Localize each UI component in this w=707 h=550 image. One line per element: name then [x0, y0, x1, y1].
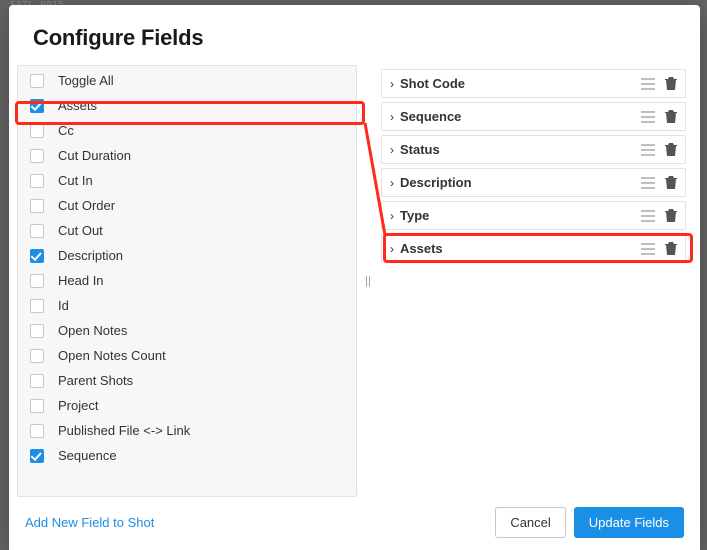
- trash-icon[interactable]: [665, 77, 677, 91]
- available-field-row[interactable]: Cc: [18, 118, 356, 143]
- drag-handle-icon[interactable]: [641, 210, 655, 222]
- selected-field-label: Sequence: [400, 109, 641, 124]
- selected-field-label: Assets: [400, 241, 641, 256]
- field-label: Open Notes: [58, 323, 127, 338]
- selected-field-label: Type: [400, 208, 641, 223]
- field-label: Id: [58, 298, 69, 313]
- field-label: Cut Out: [58, 223, 103, 238]
- field-label: Cut Order: [58, 198, 115, 213]
- trash-icon[interactable]: [665, 242, 677, 256]
- field-label: Assets: [58, 98, 97, 113]
- trash-icon[interactable]: [665, 110, 677, 124]
- drag-handle-icon[interactable]: [641, 243, 655, 255]
- available-field-row[interactable]: Parent Shots: [18, 368, 356, 393]
- field-checkbox[interactable]: [30, 249, 44, 263]
- chevron-right-icon[interactable]: ›: [390, 143, 394, 157]
- drag-handle-icon[interactable]: [641, 177, 655, 189]
- available-field-row[interactable]: Published File <-> Link: [18, 418, 356, 443]
- field-label: Cut Duration: [58, 148, 131, 163]
- field-checkbox[interactable]: [30, 324, 44, 338]
- field-label: Cc: [58, 123, 74, 138]
- selected-field-row[interactable]: › Sequence: [381, 102, 686, 131]
- chevron-right-icon[interactable]: ›: [390, 209, 394, 223]
- add-new-field-link[interactable]: Add New Field to Shot: [25, 515, 154, 530]
- selected-field-label: Shot Code: [400, 76, 641, 91]
- field-checkbox[interactable]: [30, 224, 44, 238]
- dialog-title: Configure Fields: [33, 25, 676, 51]
- available-field-row[interactable]: Id: [18, 293, 356, 318]
- field-checkbox[interactable]: [30, 349, 44, 363]
- field-label: Toggle All: [58, 73, 114, 88]
- field-checkbox[interactable]: [30, 449, 44, 463]
- available-field-row[interactable]: Project: [18, 393, 356, 418]
- available-field-row[interactable]: Cut Out: [18, 218, 356, 243]
- chevron-right-icon[interactable]: ›: [390, 110, 394, 124]
- available-fields-pane[interactable]: Toggle All Assets Cc Cut Duration Cut In Cut …: [17, 65, 357, 497]
- available-field-row[interactable]: Description: [18, 243, 356, 268]
- available-field-row[interactable]: Cut In: [18, 168, 356, 193]
- field-label: Cut In: [58, 173, 93, 188]
- field-label: Sequence: [58, 448, 117, 463]
- chevron-right-icon[interactable]: ›: [390, 176, 394, 190]
- selected-field-label: Status: [400, 142, 641, 157]
- field-checkbox[interactable]: [30, 199, 44, 213]
- selected-field-row[interactable]: › Description: [381, 168, 686, 197]
- selected-field-row[interactable]: › Type: [381, 201, 686, 230]
- field-checkbox[interactable]: [30, 299, 44, 313]
- available-field-row[interactable]: Open Notes Count: [18, 343, 356, 368]
- configure-fields-dialog: Configure Fields Toggle All Assets Cc Cut D…: [9, 5, 700, 550]
- available-field-row[interactable]: Sequence: [18, 443, 356, 468]
- selected-field-label: Description: [400, 175, 641, 190]
- field-label: Project: [58, 398, 98, 413]
- trash-icon[interactable]: [665, 209, 677, 223]
- field-checkbox[interactable]: [30, 274, 44, 288]
- field-checkbox[interactable]: [30, 74, 44, 88]
- trash-icon[interactable]: [665, 176, 677, 190]
- drag-handle-icon[interactable]: [641, 111, 655, 123]
- field-checkbox[interactable]: [30, 374, 44, 388]
- update-fields-button[interactable]: Update Fields: [574, 507, 684, 538]
- drag-handle-icon[interactable]: [641, 78, 655, 90]
- selected-field-row[interactable]: › Status: [381, 135, 686, 164]
- selected-field-row[interactable]: › Shot Code: [381, 69, 686, 98]
- available-field-row[interactable]: Toggle All: [18, 68, 356, 93]
- available-field-row[interactable]: Assets: [18, 93, 356, 118]
- available-field-row[interactable]: Head In: [18, 268, 356, 293]
- field-label: Description: [58, 248, 123, 263]
- drag-handle-icon[interactable]: [641, 144, 655, 156]
- trash-icon[interactable]: [665, 143, 677, 157]
- field-checkbox[interactable]: [30, 174, 44, 188]
- available-field-row[interactable]: Cut Duration: [18, 143, 356, 168]
- available-field-row[interactable]: Cut Order: [18, 193, 356, 218]
- field-label: Published File <-> Link: [58, 423, 190, 438]
- field-label: Head In: [58, 273, 104, 288]
- field-checkbox[interactable]: [30, 424, 44, 438]
- splitter-handle-icon: ||: [365, 275, 371, 287]
- dialog-header: Configure Fields: [9, 5, 700, 65]
- chevron-right-icon[interactable]: ›: [390, 242, 394, 256]
- chevron-right-icon[interactable]: ›: [390, 77, 394, 91]
- field-checkbox[interactable]: [30, 399, 44, 413]
- selected-fields-pane[interactable]: › Shot Code › Sequence › Status › Description › T…: [379, 65, 692, 497]
- cancel-button[interactable]: Cancel: [495, 507, 565, 538]
- pane-splitter[interactable]: ||: [357, 65, 379, 497]
- field-checkbox[interactable]: [30, 99, 44, 113]
- field-label: Open Notes Count: [58, 348, 166, 363]
- available-field-row[interactable]: Open Notes: [18, 318, 356, 343]
- dialog-footer: Add New Field to Shot Cancel Update Fiel…: [9, 497, 700, 550]
- field-checkbox[interactable]: [30, 149, 44, 163]
- selected-field-row[interactable]: › Assets: [381, 234, 686, 263]
- dialog-body: Toggle All Assets Cc Cut Duration Cut In Cut …: [9, 65, 700, 497]
- field-label: Parent Shots: [58, 373, 133, 388]
- field-checkbox[interactable]: [30, 124, 44, 138]
